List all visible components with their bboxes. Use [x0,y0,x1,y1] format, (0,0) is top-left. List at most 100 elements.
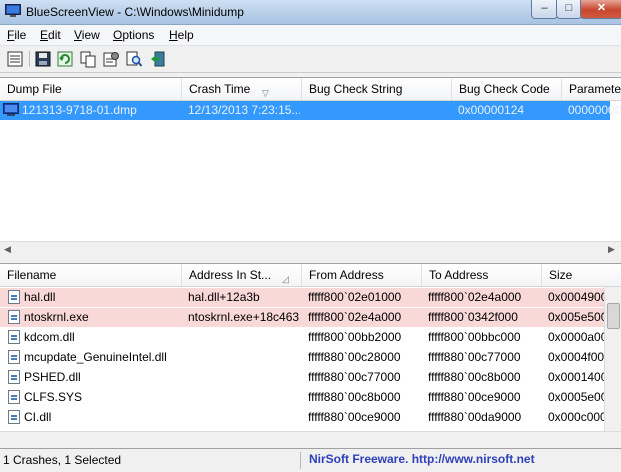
sort-descending-icon: ▽ [262,88,269,98]
dump-parameter-1: 00000000`0 [568,103,621,117]
menu-edit[interactable]: Edit [40,28,61,42]
save-icon[interactable] [34,50,52,68]
window-title: BlueScreenView - C:\Windows\Minidump [26,5,244,19]
column-size[interactable]: Size [542,264,621,286]
driver-size: 0x005e5000 [548,310,610,324]
column-bug-check-code[interactable]: Bug Check Code [452,78,562,100]
pane-splitter[interactable] [0,258,621,262]
driver-filename: PSHED.dll [24,370,81,384]
copy-icon[interactable] [79,50,97,68]
menu-file[interactable]: File [7,28,26,42]
scroll-right-icon[interactable]: ▶ [608,244,615,255]
column-bug-check-string[interactable]: Bug Check String [302,78,452,100]
driver-to-address: fffff880`00da9000 [428,410,522,424]
driver-address-in-stack [188,328,300,347]
driver-list[interactable]: Filename Address In St... ◿ From Address … [0,263,621,448]
column-from-address[interactable]: From Address [302,264,422,286]
properties-list-icon[interactable] [6,50,24,68]
driver-from-address: fffff800`02e4a000 [308,310,402,324]
driver-to-address: fffff880`00c8b000 [428,370,521,384]
driver-to-address: fffff800`02e4a000 [428,290,522,304]
driver-address-in-stack [188,388,300,407]
driver-size: 0x0004f000 [548,350,610,364]
menu-view[interactable]: View [74,28,100,42]
maximize-button[interactable]: □ [556,0,582,19]
driver-file-icon [8,330,20,344]
driver-file-icon [8,390,20,404]
driver-size: 0x00014000 [548,370,610,384]
dump-list[interactable]: Dump File Crash Time ▽ Bug Check String B… [0,77,621,258]
column-filename[interactable]: Filename [0,264,182,286]
driver-from-address: fffff800`00bb2000 [308,330,402,344]
dump-list-hscrollbar[interactable]: ◀ ▶ [0,241,621,258]
column-crash-time[interactable]: Crash Time ▽ [182,78,302,100]
toolbar [0,46,621,73]
scroll-left-icon[interactable]: ◀ [4,244,11,255]
driver-list-vscrollbar[interactable] [604,287,621,431]
toolbar-separator [29,51,30,67]
driver-file-icon [8,370,20,384]
minimize-button[interactable]: – [531,0,558,19]
driver-row[interactable]: CI.dll fffff880`00ce9000 fffff880`00da9000… [0,408,610,427]
vscroll-thumb[interactable] [607,303,620,329]
driver-file-icon [8,290,20,304]
driver-address-in-stack [188,348,300,367]
close-button[interactable]: ✕ [580,0,621,19]
dump-row[interactable]: 121313-9718-01.dmp 12/13/2013 7:23:15...… [0,101,621,120]
driver-size: 0x000c0000 [548,410,610,424]
menu-bar: File Edit View Options Help [0,25,621,46]
driver-size: 0x0005e000 [548,390,610,404]
bluescreen-app-icon [5,4,21,17]
driver-row[interactable]: CLFS.SYS fffff880`00c8b000 fffff880`00ce90… [0,388,610,407]
menu-options[interactable]: Options [113,28,154,42]
dump-bug-check-code: 0x00000124 [458,103,525,117]
driver-from-address: fffff880`00c77000 [308,370,401,384]
driver-file-icon [8,410,20,424]
driver-from-address: fffff880`00c28000 [308,350,401,364]
dump-crash-time: 12/13/2013 7:23:15... [188,103,300,117]
driver-to-address: fffff800`0342f000 [428,310,518,324]
exit-icon[interactable] [149,50,167,68]
properties-icon[interactable] [102,50,120,68]
driver-file-icon [8,310,20,324]
menu-help[interactable]: Help [169,28,194,42]
title-bar[interactable]: BlueScreenView - C:\Windows\Minidump – □… [0,0,621,25]
driver-filename: kdcom.dll [24,330,75,344]
sort-ascending-icon: ◿ [282,274,289,284]
column-dump-file[interactable]: Dump File [0,78,182,100]
find-icon[interactable] [125,50,143,68]
driver-from-address: fffff880`00c8b000 [308,390,401,404]
driver-row[interactable]: hal.dll hal.dll+12a3b fffff800`02e01000 fff… [0,288,610,307]
refresh-icon[interactable] [56,50,74,68]
driver-row[interactable]: kdcom.dll fffff800`00bb2000 fffff800`00bbc… [0,328,610,347]
driver-from-address: fffff800`02e01000 [308,290,402,304]
status-divider [300,452,301,469]
driver-filename: mcupdate_GenuineIntel.dll [24,350,167,364]
status-summary: 1 Crashes, 1 Selected [3,453,122,467]
column-parameter-1[interactable]: Parameter 1 [562,78,621,100]
dump-file-name: 121313-9718-01.dmp [22,103,137,117]
status-bar: 1 Crashes, 1 Selected NirSoft Freeware. … [0,448,621,472]
nirsoft-link[interactable]: NirSoft Freeware. http://www.nirsoft.net [309,452,535,466]
driver-to-address: fffff880`00c77000 [428,350,521,364]
driver-row[interactable]: ntoskrnl.exe ntoskrnl.exe+18c463 fffff800`… [0,308,610,327]
driver-size: 0x00049000 [548,290,610,304]
column-to-address[interactable]: To Address [422,264,542,286]
driver-from-address: fffff880`00ce9000 [308,410,401,424]
dump-bug-check-string [308,101,448,120]
dump-file-icon [3,103,19,116]
driver-size: 0x0000a000 [548,330,610,344]
driver-list-hscrollbar[interactable] [0,431,621,448]
driver-list-header: Filename Address In St... ◿ From Address … [0,264,621,287]
driver-address-in-stack [188,368,300,387]
driver-file-icon [8,350,20,364]
column-address-in-stack[interactable]: Address In St... ◿ [182,264,302,286]
dump-list-header: Dump File Crash Time ▽ Bug Check String B… [0,78,621,101]
driver-address-in-stack [188,408,300,427]
driver-to-address: fffff880`00ce9000 [428,390,521,404]
driver-row[interactable]: PSHED.dll fffff880`00c77000 fffff880`00c8b… [0,368,610,387]
driver-row[interactable]: mcupdate_GenuineIntel.dll fffff880`00c280… [0,348,610,367]
driver-filename: CI.dll [24,410,52,424]
driver-address-in-stack: hal.dll+12a3b [188,290,260,304]
driver-filename: ntoskrnl.exe [24,310,89,324]
